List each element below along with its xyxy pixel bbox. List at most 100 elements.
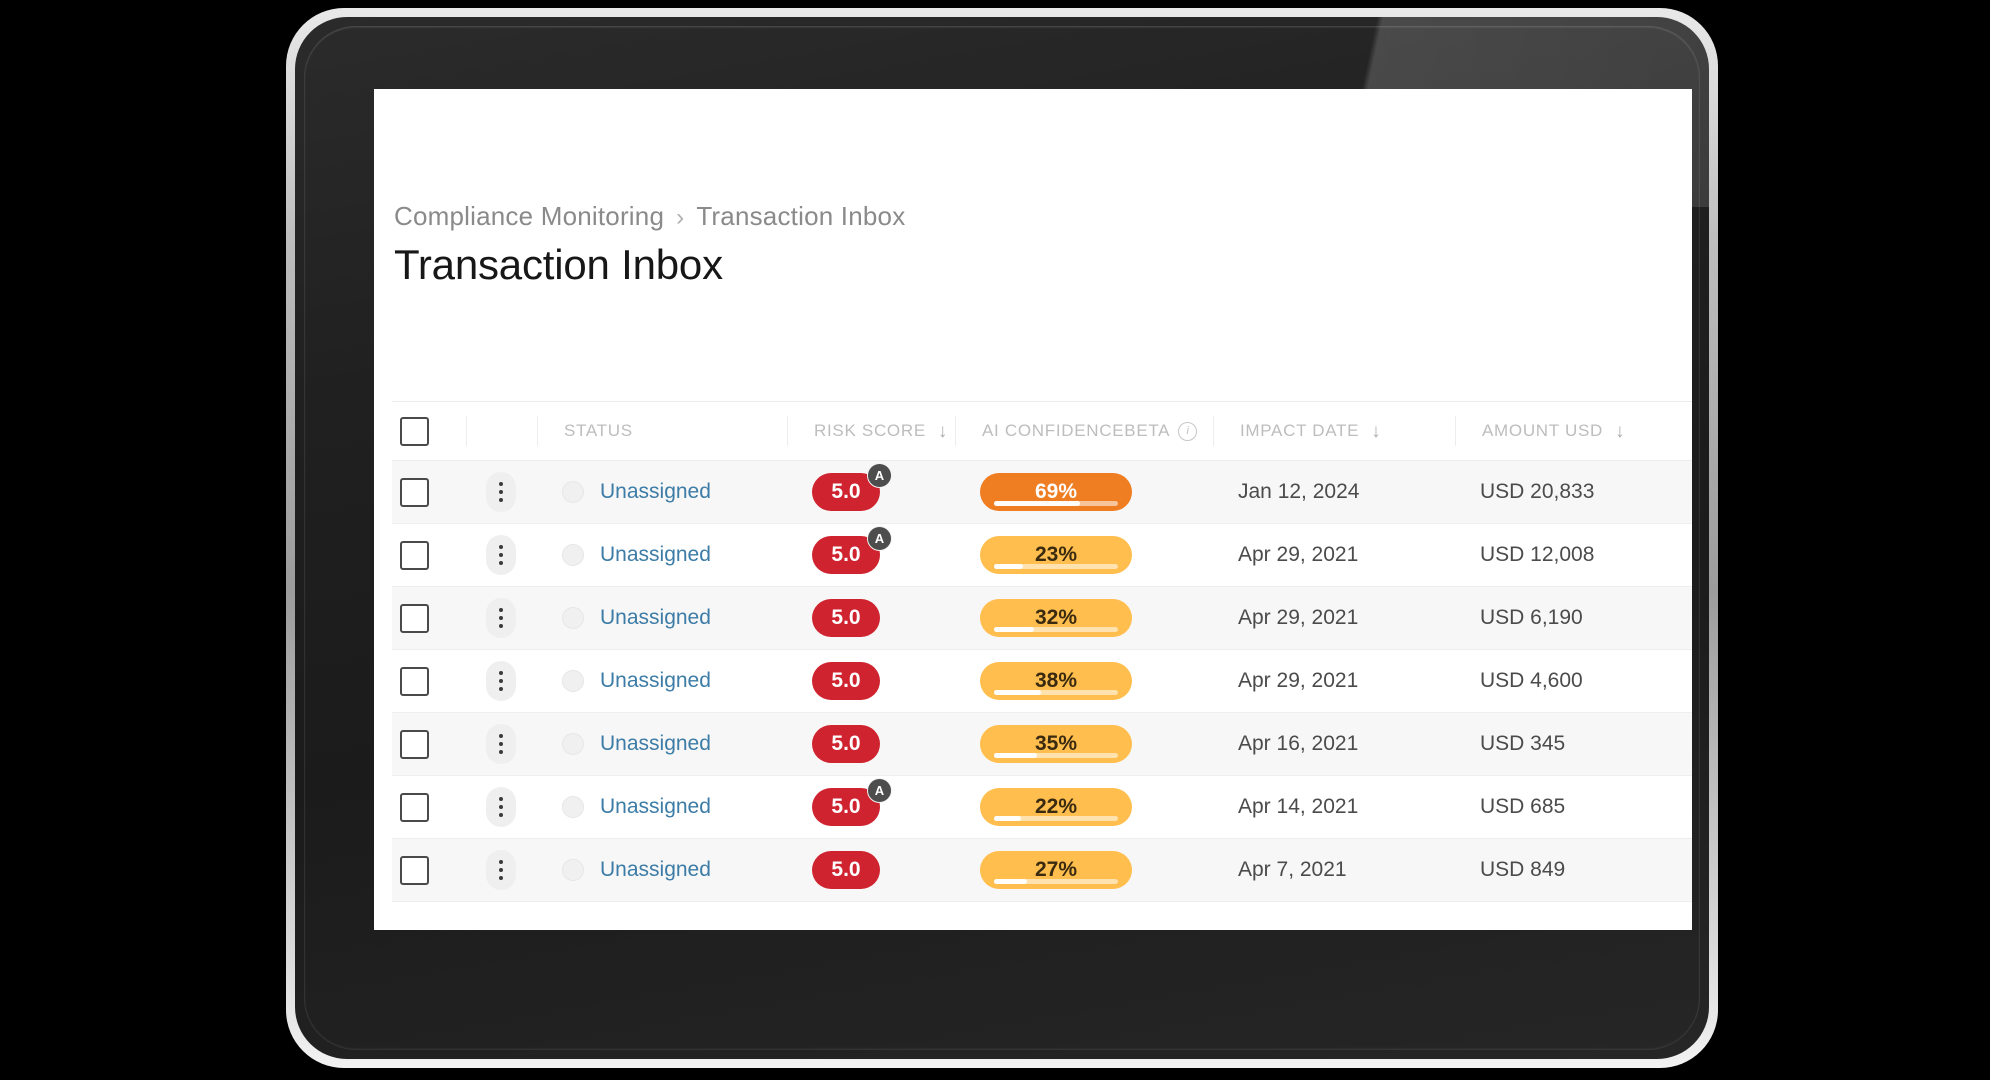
header-risk-score-cell[interactable]: RISK SCORE ↓ [787,416,955,446]
row-risk-score-cell: 5.0 [786,851,954,889]
header-amount-usd-cell[interactable]: AMOUNT USD ↓ [1455,416,1692,446]
amount-usd-value: USD 849 [1480,858,1566,881]
row-risk-score-cell: 5.0 [786,599,954,637]
row-checkbox[interactable] [400,477,429,507]
table-row[interactable]: Unassigned 5.0 A 22% Apr 14, 2021 USD 685 [392,776,1692,839]
amount-usd-sort-arrow-icon[interactable]: ↓ [1615,422,1625,441]
ai-confidence-progress-fill [994,753,1038,758]
breadcrumb-parent[interactable]: Compliance Monitoring [394,201,664,231]
status-assignee-link[interactable]: Unassigned [600,795,711,819]
header-menu-cell [466,416,537,446]
row-checkbox[interactable] [400,603,429,633]
ai-confidence-badge[interactable]: 23% [980,536,1132,574]
tablet-screen: Compliance Monitoring › Transaction Inbox … [374,89,1692,930]
header-beta-badge: BETA [1124,421,1171,440]
amount-usd-value: USD 6,190 [1480,606,1583,629]
row-checkbox[interactable] [400,792,429,822]
status-assignee-link[interactable]: Unassigned [600,858,711,882]
ai-confidence-badge[interactable]: 38% [980,662,1132,700]
tablet-bezel: Compliance Monitoring › Transaction Inbox … [295,17,1709,1059]
ai-confidence-value: 22% [1034,795,1078,818]
row-ai-confidence-cell: 23% [954,536,1212,574]
kebab-menu-icon[interactable] [486,787,516,827]
status-assignee-link[interactable]: Unassigned [600,480,711,504]
risk-score-badge-wrap: 5.0 A [812,778,892,826]
row-checkbox[interactable] [400,729,429,759]
status-assignee-link[interactable]: Unassigned [600,606,711,630]
status-assignee-link[interactable]: Unassigned [600,669,711,693]
ai-confidence-value: 69% [1034,480,1078,503]
risk-score-badge[interactable]: 5.0 [812,599,880,637]
row-menu-cell [466,535,536,575]
risk-score-badge-wrap: 5.0 A [812,526,892,574]
ai-confidence-badge[interactable]: 22% [980,788,1132,826]
table-row[interactable]: Unassigned 5.0 A 69% Jan 12, 2024 USD 20,833 [392,461,1692,524]
row-amount-usd-cell: USD 685 [1454,795,1692,819]
row-select-cell [392,855,466,885]
kebab-menu-icon[interactable] [486,724,516,764]
select-all-checkbox[interactable] [400,416,429,446]
risk-score-badge[interactable]: 5.0 [812,851,880,889]
row-risk-score-cell: 5.0 A [786,463,954,511]
kebab-menu-icon[interactable] [486,535,516,575]
header-amount-usd-label: AMOUNT USD [1482,421,1603,440]
row-impact-date-cell: Apr 14, 2021 [1212,795,1454,819]
status-assignee-link[interactable]: Unassigned [600,543,711,567]
row-menu-cell [466,661,536,701]
kebab-menu-icon[interactable] [486,850,516,890]
risk-score-badge[interactable]: 5.0 [812,725,880,763]
breadcrumb-current: Transaction Inbox [696,201,906,231]
ai-confidence-value: 27% [1034,858,1078,881]
info-icon[interactable]: i [1178,421,1198,441]
ai-confidence-badge[interactable]: 35% [980,725,1132,763]
impact-date-value: Apr 7, 2021 [1238,858,1347,881]
row-checkbox[interactable] [400,666,429,696]
avatar [562,796,584,818]
header-impact-date-label: IMPACT DATE [1240,421,1360,440]
ai-confidence-progress-fill [994,879,1028,884]
row-ai-confidence-cell: 69% [954,473,1212,511]
status-assignee-link[interactable]: Unassigned [600,732,711,756]
amount-usd-value: USD 345 [1480,732,1566,755]
row-amount-usd-cell: USD 20,833 [1454,480,1692,504]
avatar [562,481,584,503]
ai-confidence-progress-fill [994,564,1023,569]
ai-confidence-value: 35% [1034,732,1078,755]
impact-date-value: Apr 29, 2021 [1238,543,1359,566]
ai-confidence-badge[interactable]: 27% [980,851,1132,889]
risk-score-badge-wrap: 5.0 [812,851,880,889]
ai-confidence-badge[interactable]: 32% [980,599,1132,637]
table-row[interactable]: Unassigned 5.0 27% Apr 7, 2021 USD 849 [392,839,1692,902]
risk-score-badge[interactable]: 5.0 [812,662,880,700]
impact-date-value: Apr 16, 2021 [1238,732,1359,755]
row-ai-confidence-cell: 35% [954,725,1212,763]
kebab-menu-icon[interactable] [486,598,516,638]
impact-date-sort-arrow-icon[interactable]: ↓ [1371,422,1381,441]
header-impact-date-cell[interactable]: IMPACT DATE ↓ [1213,416,1455,446]
kebab-menu-icon[interactable] [486,661,516,701]
avatar [562,607,584,629]
kebab-menu-icon[interactable] [486,472,516,512]
risk-score-sort-arrow-icon[interactable]: ↓ [938,422,948,441]
table-row[interactable]: Unassigned 5.0 38% Apr 29, 2021 USD 4,600 [392,650,1692,713]
ai-confidence-progress-fill [994,816,1022,821]
row-risk-score-cell: 5.0 A [786,526,954,574]
impact-date-value: Apr 29, 2021 [1238,606,1359,629]
ai-confidence-badge[interactable]: 69% [980,473,1132,511]
row-ai-confidence-cell: 32% [954,599,1212,637]
row-checkbox[interactable] [400,540,429,570]
amount-usd-value: USD 20,833 [1480,480,1595,503]
row-risk-score-cell: 5.0 A [786,778,954,826]
row-menu-cell [466,850,536,890]
row-impact-date-cell: Apr 29, 2021 [1212,669,1454,693]
header-status-cell[interactable]: STATUS [537,416,787,446]
row-status-cell: Unassigned [536,480,786,504]
table-row[interactable]: Unassigned 5.0 32% Apr 29, 2021 USD 6,190 [392,587,1692,650]
ai-confidence-progress-fill [994,627,1034,632]
row-checkbox[interactable] [400,855,429,885]
row-menu-cell [466,787,536,827]
row-select-cell [392,540,466,570]
table-row[interactable]: Unassigned 5.0 35% Apr 16, 2021 USD 345 [392,713,1692,776]
table-row[interactable]: Unassigned 5.0 A 23% Apr 29, 2021 USD 12,008 [392,524,1692,587]
header-ai-confidence-cell[interactable]: AI CONFIDENCE BETA i [955,416,1213,446]
